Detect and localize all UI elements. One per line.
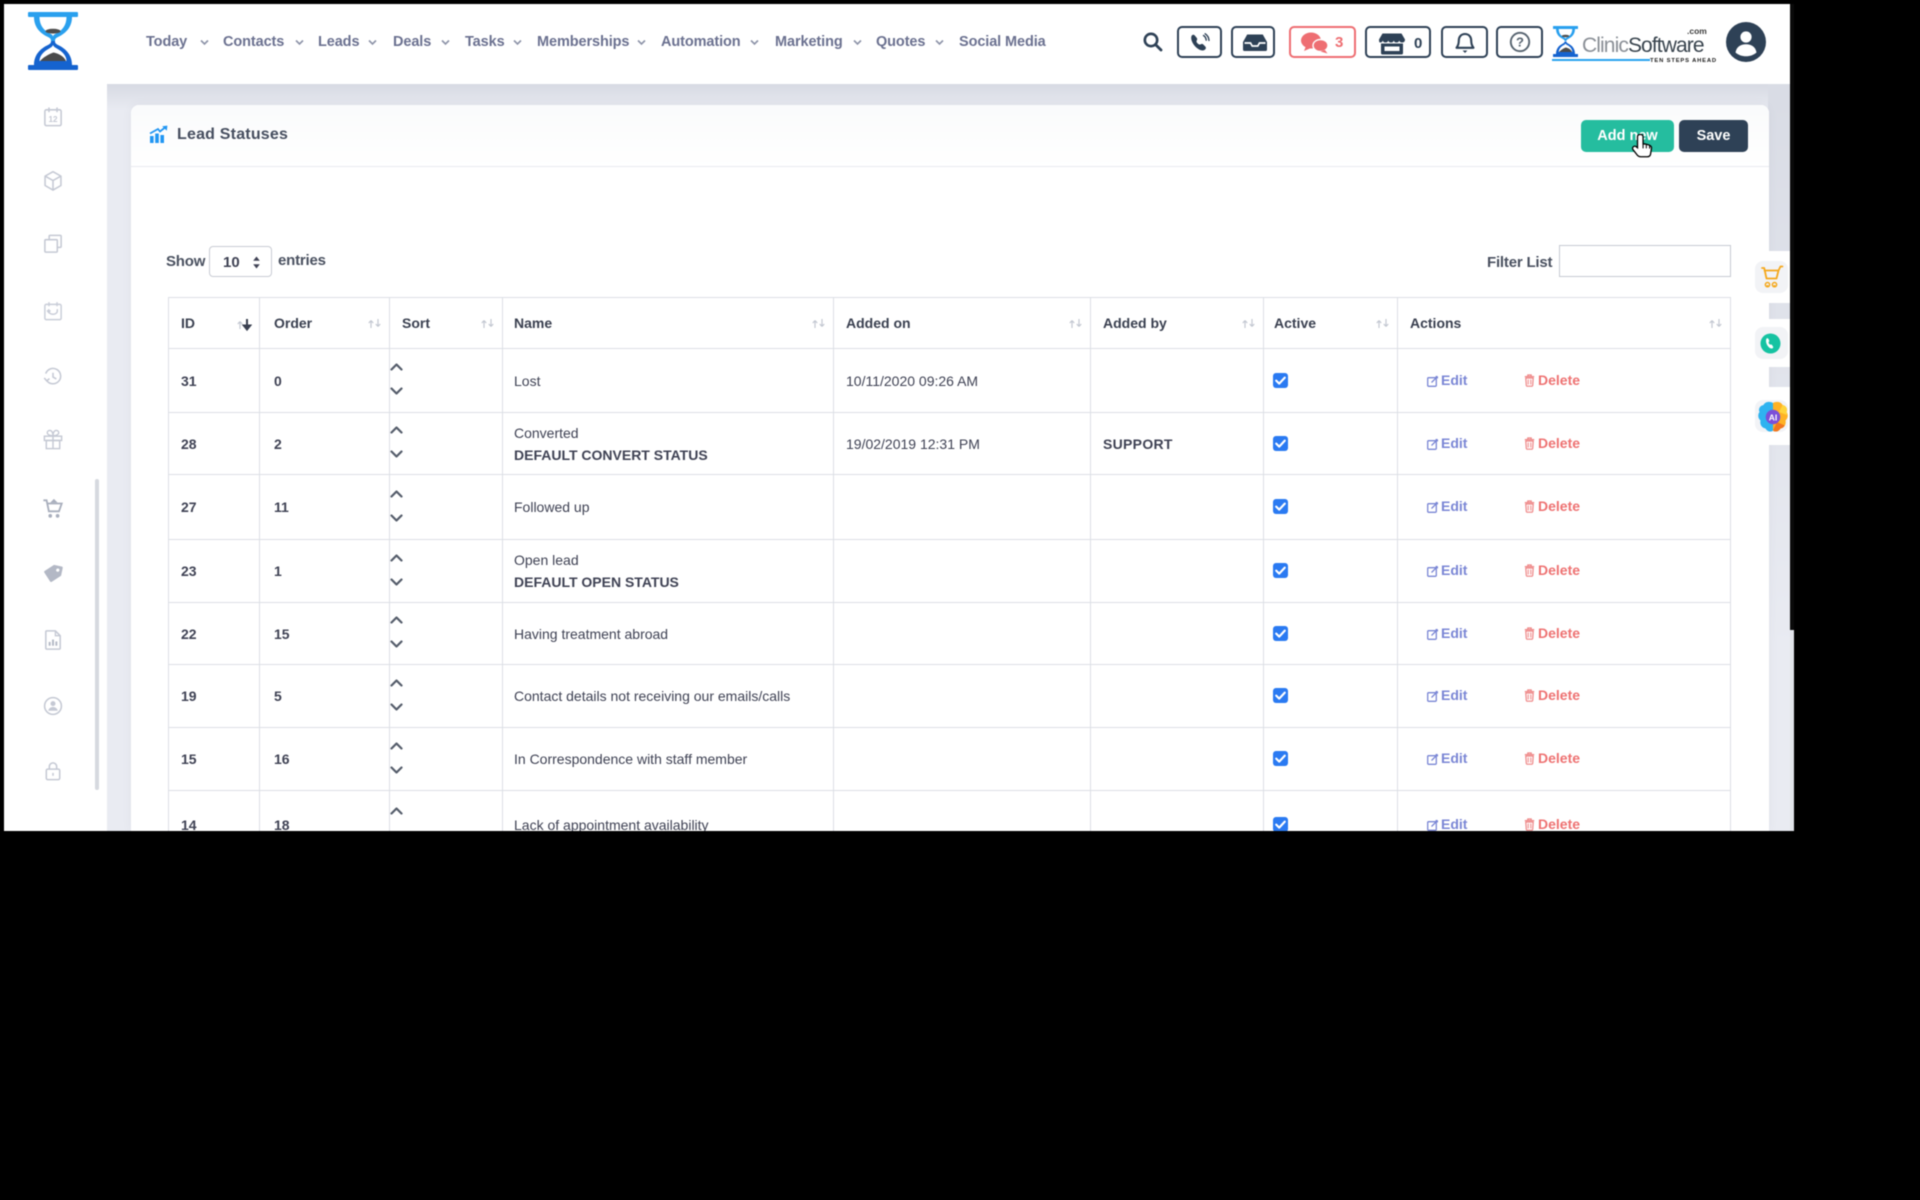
svg-text:TEN STEPS AHEAD: TEN STEPS AHEAD xyxy=(1650,58,1717,64)
svg-text:?: ? xyxy=(1516,35,1524,50)
svg-text:.com: .com xyxy=(1687,26,1707,36)
svg-text:AI: AI xyxy=(1769,412,1778,422)
svg-text:12: 12 xyxy=(48,115,58,124)
